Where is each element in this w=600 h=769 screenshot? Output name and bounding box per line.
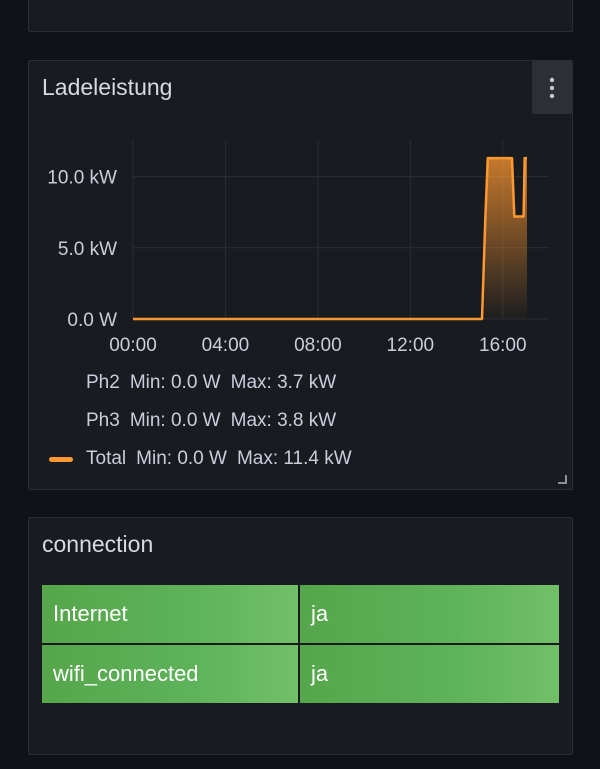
table-cell-key: wifi_connected [42,645,298,703]
y-tick-label: 10.0 kW [47,168,117,189]
legend-max: Max: 3.8 kW [230,410,337,431]
x-tick-label: 16:00 [479,335,527,356]
ladeleistung-panel: Ladeleistung 00:00 04:00 08:00 12:00 16:00 0.… [28,60,573,490]
legend-item-total[interactable]: Total Min: 0.0 W Max: 11.4 kW [86,448,362,470]
top-panel [28,0,573,32]
legend-min: Min: 0.0 W [129,372,221,393]
legend-item-ph2[interactable]: Ph2 Min: 0.0 W Max: 3.7 kW [86,372,346,394]
table-cell-key: Internet [42,585,298,643]
legend-name: Ph2 [86,372,120,393]
table-row: Internet ja [42,585,559,643]
legend-min: Min: 0.0 W [129,410,221,431]
y-tick-label: 0.0 W [67,310,117,331]
x-tick-label: 08:00 [294,335,342,356]
legend-item-ph3[interactable]: Ph3 Min: 0.0 W Max: 3.8 kW [86,410,346,432]
table-cell-value: ja [300,645,559,703]
legend-max: Max: 11.4 kW [236,448,352,469]
x-tick-label: 04:00 [202,335,250,356]
x-tick-label: 00:00 [109,335,157,356]
resize-handle-icon[interactable] [558,475,567,484]
legend-max: Max: 3.7 kW [230,372,337,393]
legend-name: Ph3 [86,410,120,431]
panel-title: connection [42,531,154,557]
connection-panel: connection Internet ja wifi_connected ja [28,517,573,755]
y-tick-label: 5.0 kW [58,239,117,260]
legend-min: Min: 0.0 W [136,448,227,469]
table-row: wifi_connected ja [42,645,559,703]
series-area-total [133,158,527,319]
series-line-total [133,156,527,321]
table-cell-value: ja [300,585,559,643]
legend-name: Total [86,448,127,469]
connection-table: Internet ja wifi_connected ja [42,585,559,705]
x-tick-label: 12:00 [387,335,435,356]
